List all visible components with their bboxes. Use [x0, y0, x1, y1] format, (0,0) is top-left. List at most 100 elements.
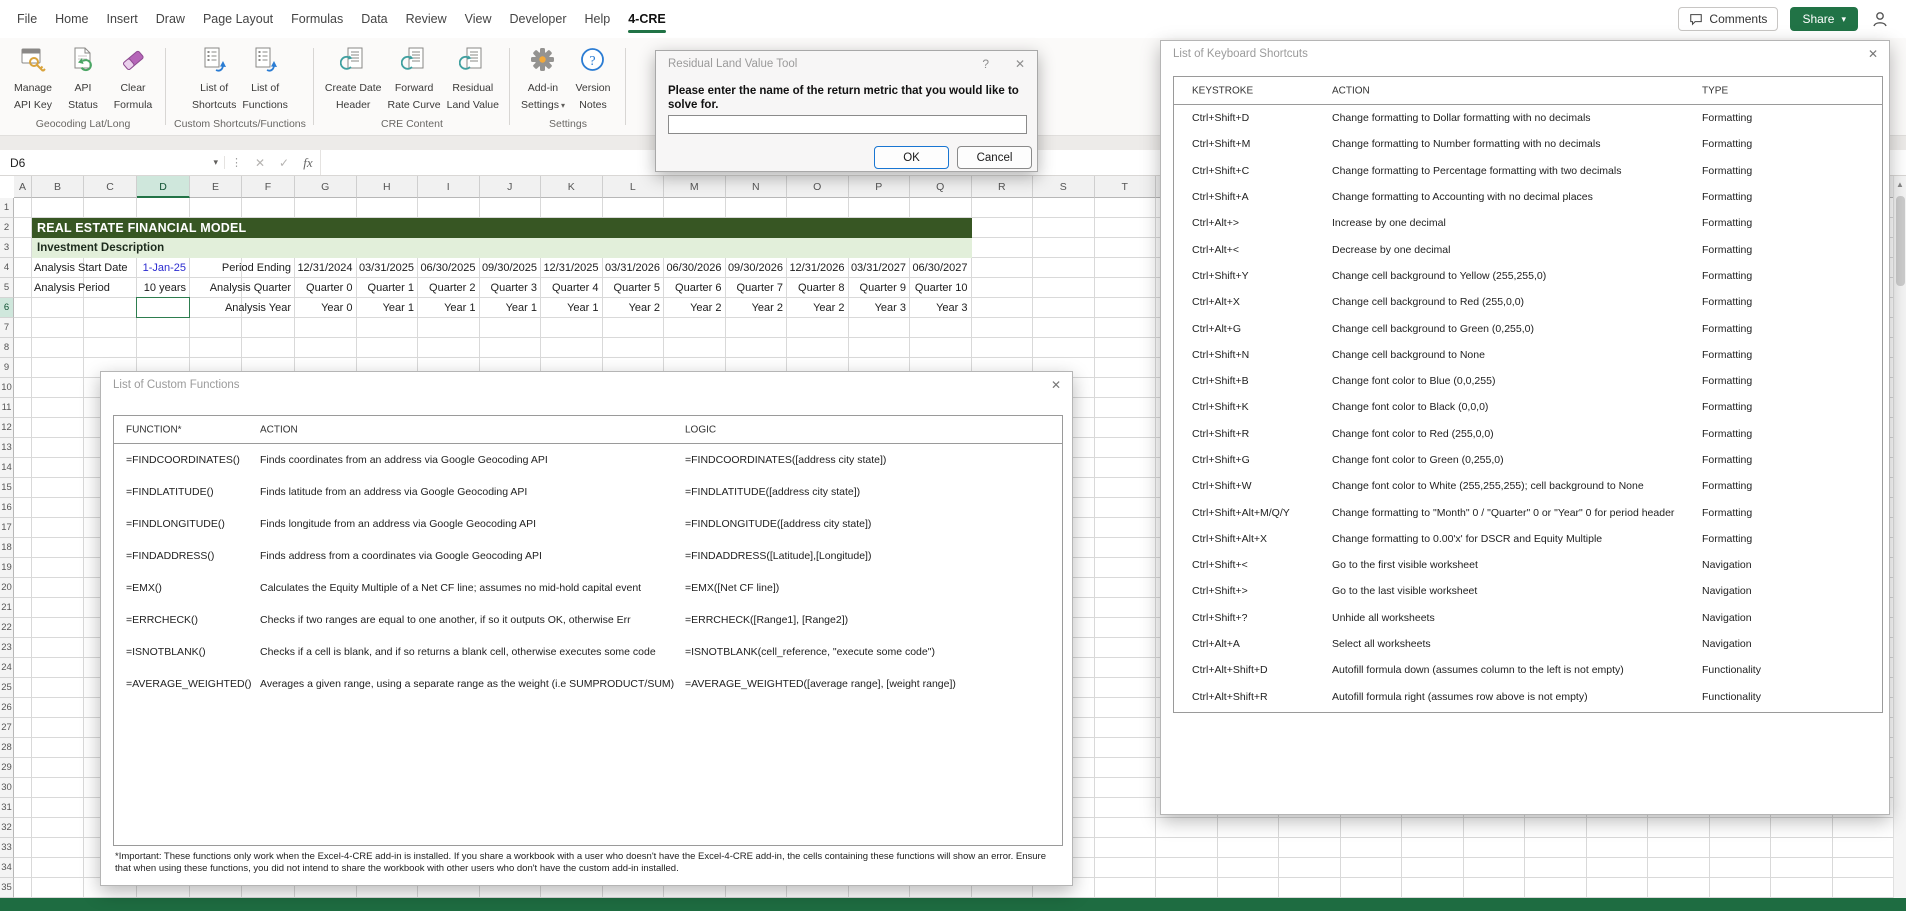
- create-date-header-button[interactable]: Create DateHeader: [322, 41, 385, 111]
- manage-api-key-button[interactable]: ManageAPI Key: [8, 41, 58, 111]
- column-header-M[interactable]: M: [664, 176, 726, 198]
- row-header-label-cell[interactable]: Period Ending: [190, 258, 295, 278]
- column-header-E[interactable]: E: [190, 176, 242, 198]
- period-cell[interactable]: Year 2: [603, 298, 665, 318]
- row-header-7[interactable]: 7: [0, 318, 14, 338]
- scroll-up-icon[interactable]: ▲: [1894, 176, 1906, 189]
- period-cell[interactable]: Quarter 4: [541, 278, 603, 298]
- row-header-6[interactable]: 6: [0, 298, 14, 318]
- model-title-banner[interactable]: REAL ESTATE FINANCIAL MODEL: [32, 218, 972, 238]
- period-cell[interactable]: Year 3: [849, 298, 911, 318]
- row-header-13[interactable]: 13: [0, 438, 14, 458]
- period-cell[interactable]: Quarter 6: [664, 278, 726, 298]
- row-header-15[interactable]: 15: [0, 478, 14, 498]
- tab-developer[interactable]: Developer: [501, 0, 576, 38]
- scrollbar-thumb[interactable]: [1896, 196, 1905, 286]
- row-header-32[interactable]: 32: [0, 818, 14, 838]
- row-header-16[interactable]: 16: [0, 498, 14, 518]
- row-header-20[interactable]: 20: [0, 578, 14, 598]
- return-metric-input[interactable]: [668, 115, 1027, 134]
- value-cell[interactable]: 1-Jan-25: [137, 258, 190, 278]
- column-header-F[interactable]: F: [242, 176, 295, 198]
- row-header-24[interactable]: 24: [0, 658, 14, 678]
- row-header-34[interactable]: 34: [0, 858, 14, 878]
- row-header-31[interactable]: 31: [0, 798, 14, 818]
- period-cell[interactable]: Quarter 9: [849, 278, 911, 298]
- row-header-22[interactable]: 22: [0, 618, 14, 638]
- tab-review[interactable]: Review: [397, 0, 456, 38]
- version-notes-button[interactable]: ?VersionNotes: [568, 41, 618, 111]
- column-header-N[interactable]: N: [726, 176, 788, 198]
- add-in-settings-button[interactable]: Add-inSettings▾: [518, 41, 568, 112]
- column-header-I[interactable]: I: [418, 176, 480, 198]
- user-presence-icon[interactable]: [1870, 9, 1890, 29]
- row-header-30[interactable]: 30: [0, 778, 14, 798]
- column-header-B[interactable]: B: [32, 176, 84, 198]
- list-of-functions-button[interactable]: List ofFunctions: [239, 41, 291, 111]
- period-cell[interactable]: Quarter 0: [295, 278, 357, 298]
- period-cell[interactable]: 03/31/2027: [849, 258, 911, 278]
- row-header-label-cell[interactable]: Analysis Quarter: [190, 278, 295, 298]
- period-cell[interactable]: Year 1: [541, 298, 603, 318]
- column-header-G[interactable]: G: [295, 176, 357, 198]
- row-header-29[interactable]: 29: [0, 758, 14, 778]
- row-header-3[interactable]: 3: [0, 238, 14, 258]
- row-header-26[interactable]: 26: [0, 698, 14, 718]
- share-button[interactable]: Share ▾: [1790, 7, 1858, 31]
- tab-page-layout[interactable]: Page Layout: [194, 0, 282, 38]
- row-header-12[interactable]: 12: [0, 418, 14, 438]
- close-icon[interactable]: ✕: [1015, 57, 1025, 71]
- formula-bar-handle[interactable]: ⋮: [224, 156, 248, 169]
- confirm-entry-icon[interactable]: ✓: [272, 156, 296, 170]
- period-cell[interactable]: Quarter 5: [603, 278, 665, 298]
- column-header-A[interactable]: A: [14, 176, 32, 198]
- row-header-14[interactable]: 14: [0, 458, 14, 478]
- period-cell[interactable]: Quarter 1: [357, 278, 419, 298]
- tab-file[interactable]: File: [8, 0, 46, 38]
- tab-formulas[interactable]: Formulas: [282, 0, 352, 38]
- row-header-1[interactable]: 1: [0, 198, 14, 218]
- column-header-O[interactable]: O: [787, 176, 849, 198]
- period-cell[interactable]: Quarter 3: [480, 278, 542, 298]
- row-header-9[interactable]: 9: [0, 358, 14, 378]
- period-cell[interactable]: Year 2: [726, 298, 788, 318]
- row-header-18[interactable]: 18: [0, 538, 14, 558]
- row-header-27[interactable]: 27: [0, 718, 14, 738]
- tab-4-cre[interactable]: 4-CRE: [619, 0, 675, 38]
- period-cell[interactable]: 06/30/2027: [910, 258, 972, 278]
- column-header-S[interactable]: S: [1033, 176, 1095, 198]
- cancel-button[interactable]: Cancel: [957, 146, 1032, 169]
- period-cell[interactable]: Year 1: [418, 298, 480, 318]
- period-cell[interactable]: Year 0: [295, 298, 357, 318]
- row-header-8[interactable]: 8: [0, 338, 14, 358]
- period-cell[interactable]: 06/30/2026: [664, 258, 726, 278]
- vertical-scrollbar[interactable]: ▲: [1893, 176, 1906, 898]
- column-header-P[interactable]: P: [849, 176, 911, 198]
- tab-view[interactable]: View: [456, 0, 501, 38]
- period-cell[interactable]: Year 3: [910, 298, 972, 318]
- column-header-R[interactable]: R: [972, 176, 1034, 198]
- period-cell[interactable]: Quarter 7: [726, 278, 788, 298]
- row-header-23[interactable]: 23: [0, 638, 14, 658]
- help-icon[interactable]: ?: [982, 57, 989, 71]
- list-of-shortcuts-button[interactable]: List ofShortcuts: [189, 41, 239, 111]
- period-cell[interactable]: Year 1: [480, 298, 542, 318]
- residual-land-value-button[interactable]: ResidualLand Value: [444, 41, 502, 111]
- clear-formula-button[interactable]: ClearFormula: [108, 41, 158, 111]
- ok-button[interactable]: OK: [874, 146, 949, 169]
- column-header-T[interactable]: T: [1095, 176, 1157, 198]
- period-cell[interactable]: Quarter 8: [787, 278, 849, 298]
- close-icon[interactable]: ✕: [1868, 47, 1878, 61]
- api-status-button[interactable]: APIStatus: [58, 41, 108, 111]
- forward-rate-curve-button[interactable]: ForwardRate Curve: [385, 41, 444, 111]
- tab-insert[interactable]: Insert: [98, 0, 147, 38]
- row-header-19[interactable]: 19: [0, 558, 14, 578]
- period-cell[interactable]: 12/31/2024: [295, 258, 357, 278]
- column-header-C[interactable]: C: [84, 176, 137, 198]
- period-cell[interactable]: Quarter 2: [418, 278, 480, 298]
- row-header-11[interactable]: 11: [0, 398, 14, 418]
- row-header-21[interactable]: 21: [0, 598, 14, 618]
- row-header-33[interactable]: 33: [0, 838, 14, 858]
- column-header-H[interactable]: H: [357, 176, 419, 198]
- row-header-label-cell[interactable]: Analysis Year: [190, 298, 295, 318]
